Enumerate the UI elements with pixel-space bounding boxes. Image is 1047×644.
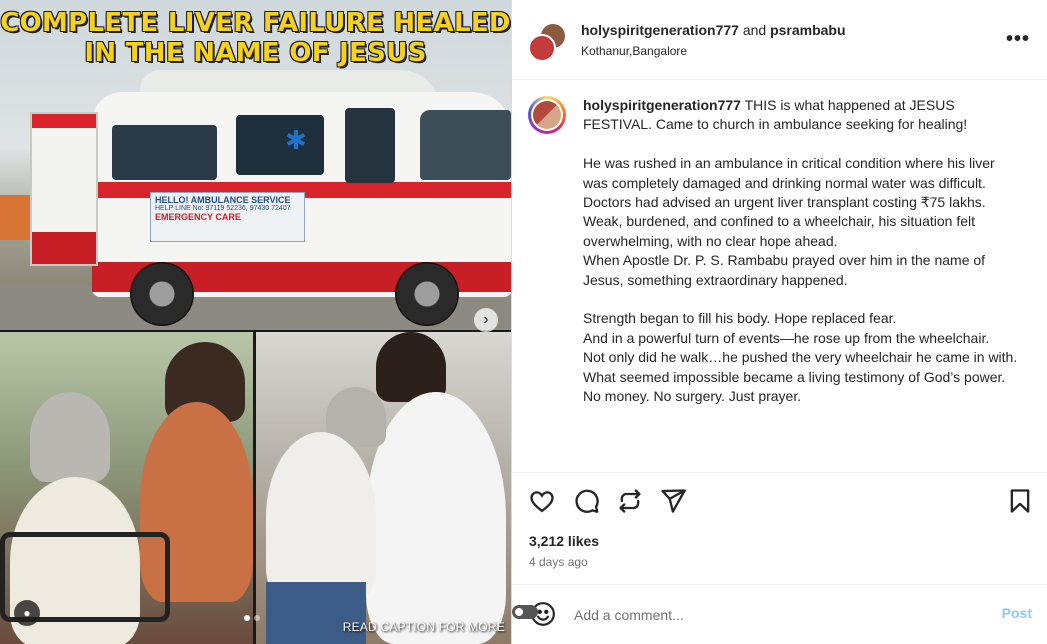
carousel-dot [254, 615, 260, 621]
ambulance-windshield [420, 110, 511, 180]
ambulance-sign: HELLO! AMBULANCE SERVICE HELP LINE No: 9… [150, 192, 305, 242]
collab-avatars[interactable] [528, 22, 567, 62]
person-icon: ● [23, 606, 31, 620]
healed-man-shirt [266, 432, 376, 602]
caption-text: holyspiritgeneration777 THIS is what hap… [583, 96, 1023, 406]
comment-bar: Post [512, 584, 1047, 644]
ambulance-window [345, 108, 395, 183]
healed-man-lungi [266, 582, 366, 644]
heart-icon[interactable] [528, 487, 556, 515]
read-caption-overlay: READ CAPTION FOR MORE [342, 620, 505, 634]
caption-paragraph: When Apostle Dr. P. S. Rambabu prayed ov… [583, 252, 986, 288]
caption-username[interactable]: holyspiritgeneration777 [583, 97, 741, 113]
elderly-man [30, 392, 110, 482]
bookmark-icon[interactable] [1006, 487, 1034, 515]
carousel-dots [244, 608, 264, 626]
post-timestamp[interactable]: 4 days ago [529, 555, 588, 569]
post-comment-button[interactable]: Post [1002, 605, 1032, 621]
caption-paragraph: He was rushed in an ambulance in critica… [583, 155, 995, 211]
authors-joiner: and [738, 22, 771, 38]
caption-paragraph: And in a powerful turn of events—he rose… [583, 329, 990, 346]
tagged-users-button[interactable]: ● [14, 600, 40, 626]
media-toggle-switch[interactable] [512, 605, 538, 619]
caption-paragraph: Weak, burdened, and confined to a wheelc… [583, 213, 975, 249]
ambulance-window [236, 115, 324, 175]
location-link[interactable]: Kothanur,Bangalore [581, 44, 687, 58]
caption-paragraph: What seemed impossible became a living t… [583, 368, 1006, 385]
ambulance-wheel [130, 262, 194, 326]
comment-icon[interactable] [572, 487, 600, 515]
ambulance-photo: ✱ HELLO! AMBULANCE SERVICE HELP LINE No:… [0, 0, 511, 330]
send-icon[interactable] [659, 487, 687, 515]
ambulance-rear-door [30, 112, 98, 266]
ambulance-wheel [395, 262, 459, 326]
caption-paragraph: Strength began to fill his body. Hope re… [583, 310, 897, 327]
caption-paragraph: No money. No surgery. Just prayer. [583, 388, 802, 405]
caption-avatar[interactable] [528, 96, 566, 134]
post-details-panel: holyspiritgeneration777 and psrambabu Ko… [511, 0, 1047, 644]
avatar[interactable] [528, 34, 556, 62]
prayer-photo [256, 332, 511, 644]
likes-count[interactable]: 3,212 likes [529, 533, 599, 549]
repost-icon[interactable] [616, 487, 644, 515]
ambulance-window [112, 125, 217, 180]
caption-area[interactable]: holyspiritgeneration777 THIS is what hap… [512, 80, 1047, 472]
pastor-shirt [366, 392, 506, 644]
star-of-life-icon: ✱ [285, 125, 307, 155]
post-authors: holyspiritgeneration777 and psrambabu [581, 22, 846, 38]
chevron-right-icon: › [483, 311, 489, 328]
wheelchair-photo [0, 332, 253, 644]
post-header: holyspiritgeneration777 and psrambabu Ko… [512, 0, 1047, 80]
comment-input[interactable] [572, 603, 976, 627]
carousel-dot-active [244, 615, 250, 621]
post-media-carousel[interactable]: ✱ HELLO! AMBULANCE SERVICE HELP LINE No:… [0, 0, 511, 644]
media-headline: COMPLETE LIVER FAILURE HEALED IN THE NAM… [0, 8, 511, 68]
carousel-next-button[interactable]: › [474, 308, 498, 332]
author-link-1[interactable]: holyspiritgeneration777 [581, 22, 739, 38]
more-options-button[interactable]: ••• [1006, 28, 1030, 51]
caption-paragraph: Not only did he walk…he pushed the very … [583, 349, 1018, 366]
author-link-2[interactable]: psrambabu [770, 22, 845, 38]
post-actions: 3,212 likes 4 days ago [512, 472, 1047, 584]
